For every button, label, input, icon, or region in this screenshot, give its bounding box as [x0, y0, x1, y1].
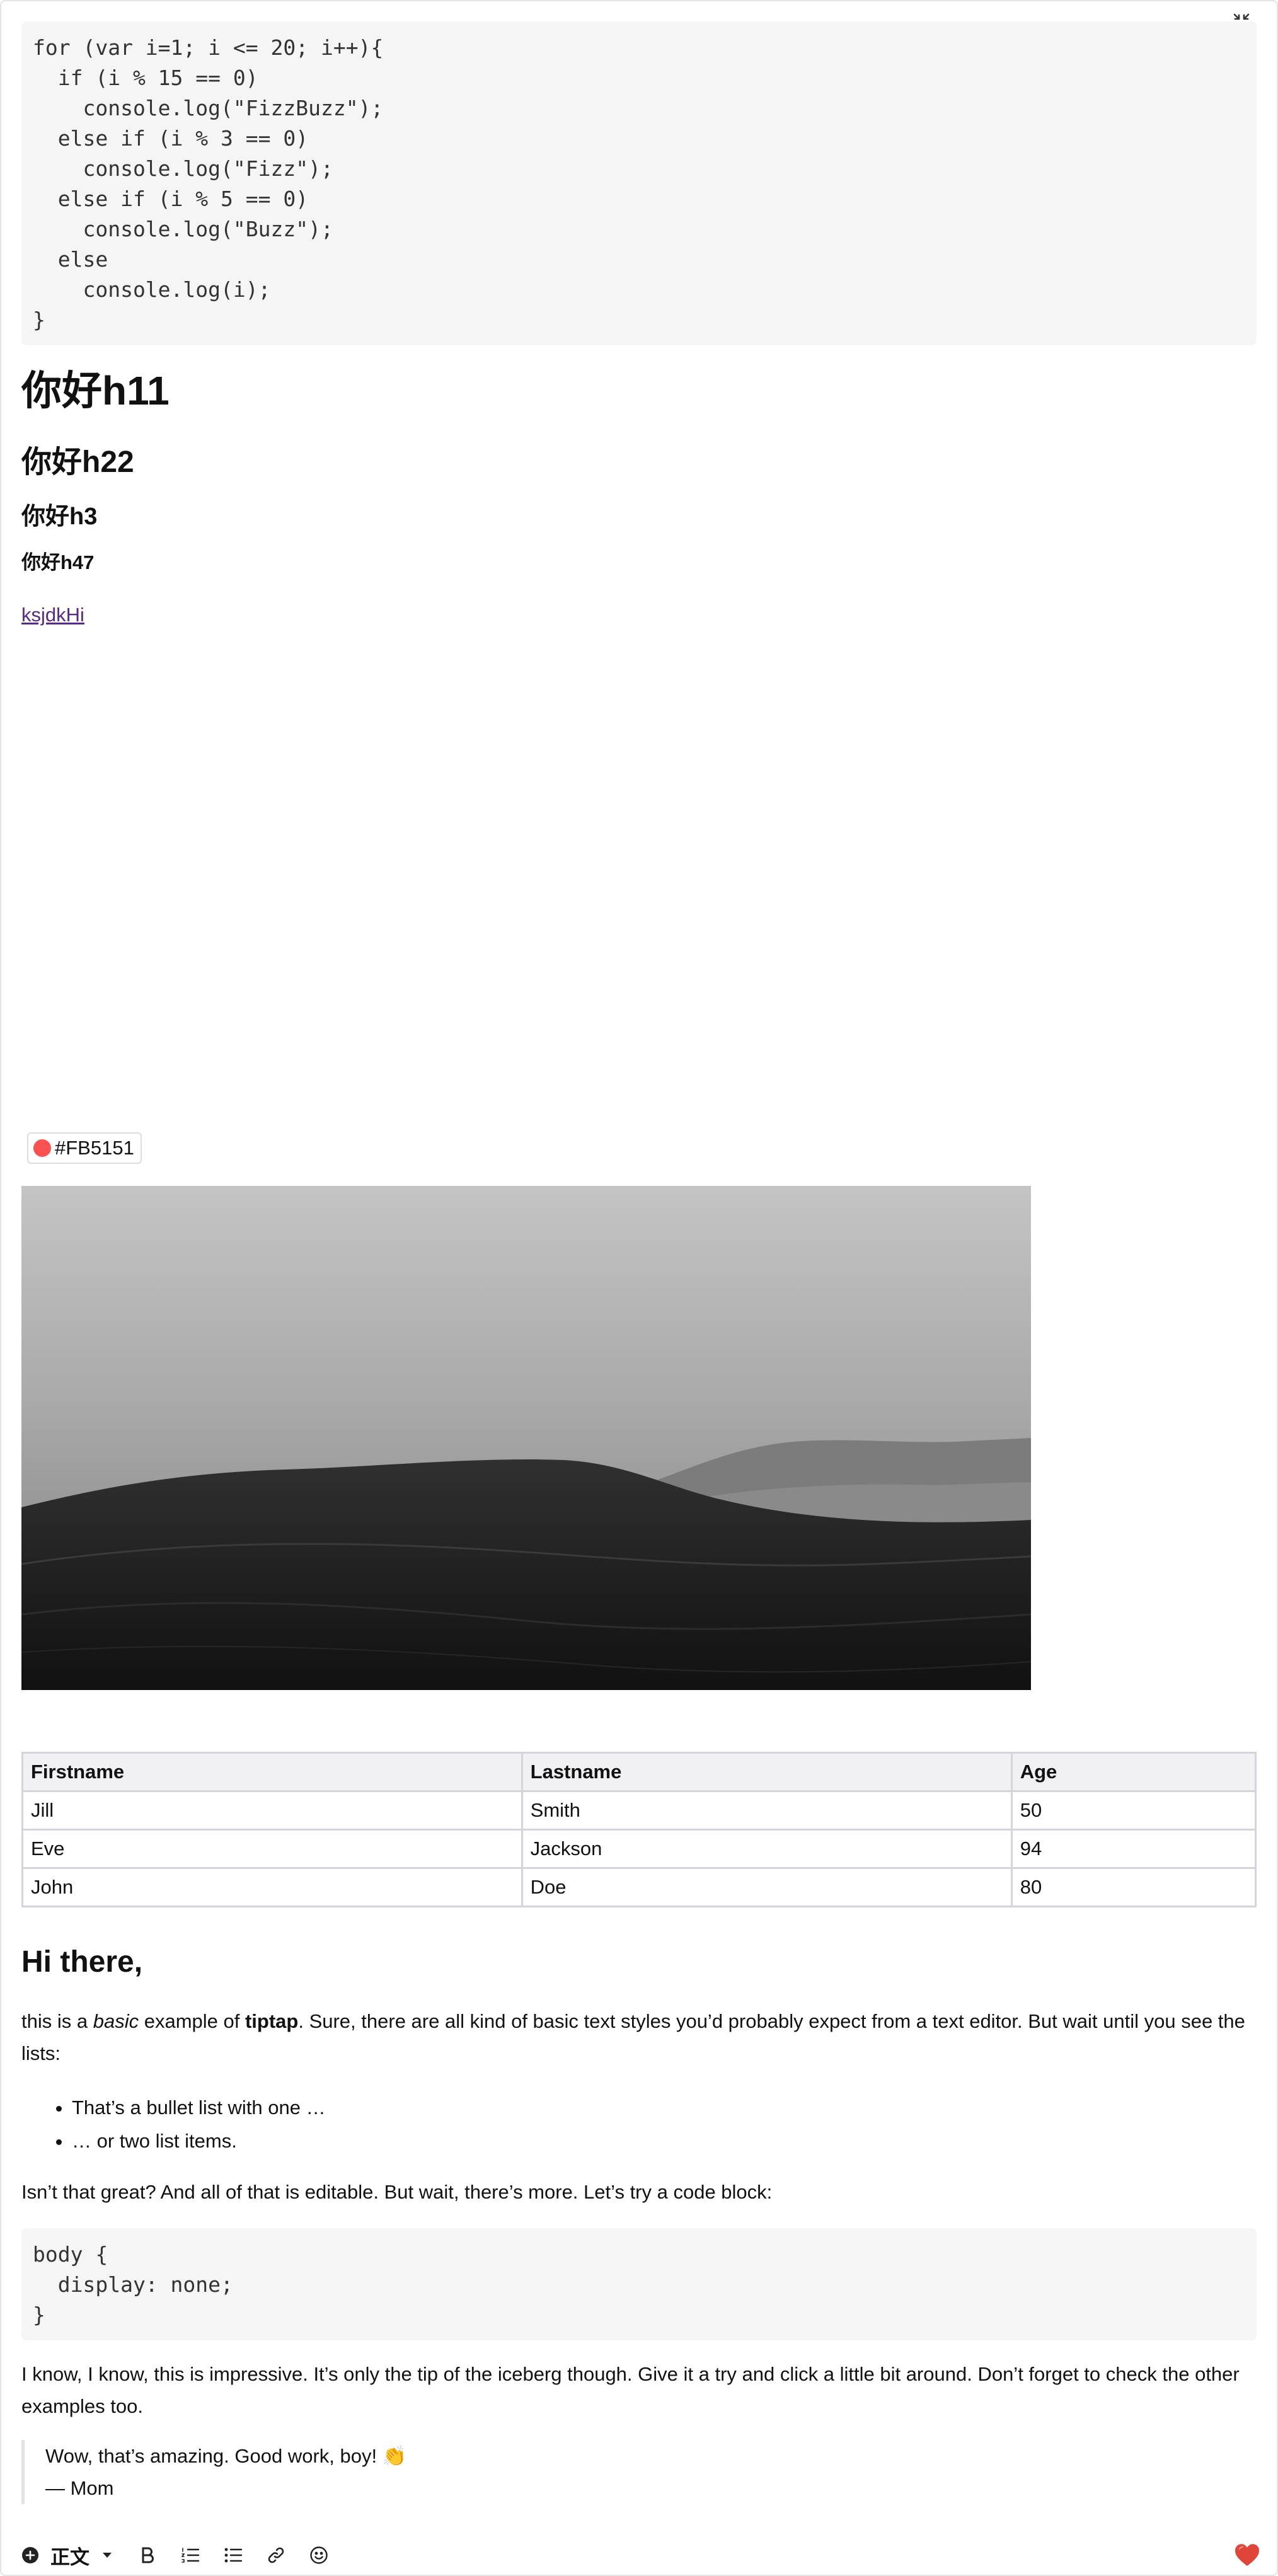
code-block-fizzbuzz[interactable]: for (var i=1; i <= 20; i++){ if (i % 15 …: [21, 21, 1257, 345]
code-line: else if (i % 3 == 0): [33, 126, 309, 151]
link-button[interactable]: [263, 2538, 289, 2573]
quote-author: — Mom: [45, 2477, 114, 2499]
code-line: }: [33, 2303, 45, 2327]
heart-icon: [1234, 2543, 1260, 2567]
emoji-button[interactable]: [306, 2538, 331, 2573]
text-run: example of: [139, 2010, 245, 2032]
code-line: console.log("Buzz");: [33, 217, 333, 241]
table-row: John Doe 80: [21, 1867, 1257, 1907]
caret-down-icon: [102, 2552, 112, 2558]
heading-h1[interactable]: 你好h11: [21, 365, 170, 416]
blockquote[interactable]: Wow, that’s amazing. Good work, boy! 👏 —…: [21, 2440, 1257, 2504]
table-cell[interactable]: 80: [1010, 1867, 1257, 1907]
link-icon: [267, 2546, 285, 2564]
color-chip[interactable]: #FB5151: [27, 1132, 142, 1164]
code-line: console.log(i);: [33, 277, 271, 302]
plus-circle-icon: [21, 2546, 39, 2564]
table-cell[interactable]: Smith: [521, 1790, 1013, 1831]
paragraph-style-label: 正文: [50, 2546, 89, 2568]
table-cell[interactable]: 94: [1010, 1829, 1257, 1869]
text-link[interactable]: ksjdkHi: [21, 602, 84, 628]
italic-text: basic: [93, 2010, 139, 2032]
intro-paragraph[interactable]: this is a basic example of tiptap. Sure,…: [21, 2005, 1257, 2069]
intro-heading[interactable]: Hi there,: [21, 1942, 142, 1982]
paragraph-code-intro[interactable]: Isn’t that great? And all of that is edi…: [21, 2176, 1257, 2208]
table-row: Eve Jackson 94: [21, 1829, 1257, 1869]
code-line: if (i % 15 == 0): [33, 66, 258, 90]
heading-h4[interactable]: 你好h47: [21, 549, 94, 576]
ordered-list-icon: [181, 2547, 200, 2563]
data-table[interactable]: Firstname Lastname Age Jill Smith 50 Eve…: [21, 1752, 1257, 1907]
color-chip-label: #FB5151: [55, 1137, 134, 1159]
table-cell[interactable]: Eve: [21, 1829, 523, 1869]
ordered-list-button[interactable]: [178, 2538, 203, 2573]
code-line: else if (i % 5 == 0): [33, 187, 309, 211]
heading-h2[interactable]: 你好h22: [21, 442, 134, 483]
bold-button[interactable]: [135, 2538, 160, 2573]
bullet-list-icon: [224, 2547, 243, 2563]
bold-icon: [140, 2546, 155, 2564]
table-header-row: Firstname Lastname Age: [21, 1752, 1257, 1792]
table-header-cell[interactable]: Firstname: [21, 1752, 523, 1792]
heading-h3[interactable]: 你好h3: [21, 501, 97, 532]
list-item[interactable]: … or two list items.: [72, 2124, 326, 2158]
code-line: console.log("Fizz");: [33, 156, 333, 181]
table-header-cell[interactable]: Age: [1010, 1752, 1257, 1792]
quote-text: Wow, that’s amazing. Good work, boy! 👏: [45, 2445, 407, 2467]
table-header-cell[interactable]: Lastname: [521, 1752, 1013, 1792]
insert-button[interactable]: [18, 2538, 43, 2573]
table-cell[interactable]: John: [21, 1867, 523, 1907]
code-line: console.log("FizzBuzz");: [33, 96, 384, 120]
code-line: else: [33, 247, 108, 272]
code-block-css[interactable]: body { display: none;}: [21, 2228, 1257, 2340]
desert-dunes-image[interactable]: [21, 1186, 1031, 1690]
paragraph-closing[interactable]: I know, I know, this is impressive. It’s…: [21, 2358, 1257, 2422]
code-line: }: [33, 308, 45, 332]
code-line: for (var i=1; i <= 20; i++){: [33, 35, 384, 60]
table-row: Jill Smith 50: [21, 1790, 1257, 1831]
table-cell[interactable]: Doe: [521, 1867, 1013, 1907]
code-line: body {: [33, 2242, 108, 2267]
text-run: this is a: [21, 2010, 93, 2032]
table-cell[interactable]: Jill: [21, 1790, 523, 1831]
code-line: display: none;: [33, 2272, 233, 2297]
bullet-list[interactable]: That’s a bullet list with one … … or two…: [21, 2091, 326, 2158]
like-button[interactable]: [1232, 2538, 1262, 2573]
table-cell[interactable]: Jackson: [521, 1829, 1013, 1869]
list-item[interactable]: That’s a bullet list with one …: [72, 2091, 326, 2124]
editor-toolbar: 正文: [0, 2538, 1278, 2573]
bold-text: tiptap: [245, 2010, 299, 2032]
bullet-list-button[interactable]: [221, 2538, 246, 2573]
color-swatch: [33, 1139, 51, 1157]
emoji-icon: [309, 2546, 328, 2565]
paragraph-style-dropdown[interactable]: 正文: [50, 2538, 120, 2573]
table-cell[interactable]: 50: [1010, 1790, 1257, 1831]
